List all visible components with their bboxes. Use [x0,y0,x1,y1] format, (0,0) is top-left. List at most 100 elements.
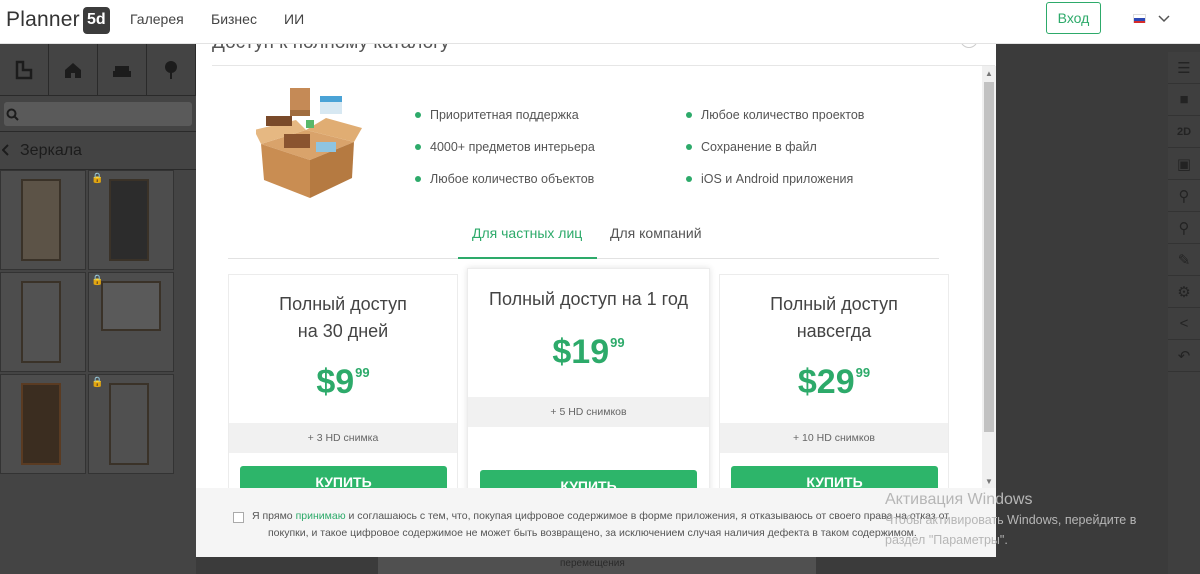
catalog-item[interactable]: 🔒 [88,272,174,372]
zoom-in-icon[interactable]: ⚲ [1168,180,1200,212]
nav-ai[interactable]: ИИ [284,11,304,27]
price-dollars: $9 [316,363,355,401]
catalog-item[interactable] [0,272,86,372]
plan-title-line: навсегда [796,321,872,341]
feature-item: Любое количество проектов [686,108,864,122]
catalog-item[interactable]: 🔒 [88,170,174,270]
tab-companies[interactable]: Для компаний [610,225,702,241]
consent-footer: Я прямо принимаю и соглашаюсь с тем, что… [196,488,996,557]
right-toolbar: ☰ ■ 2D ▣ ⚲ ⚲ ✎ ⚙ < ↶ [1168,52,1200,574]
sofa-icon[interactable] [98,44,147,96]
plan-title-line: Полный доступ [770,294,898,314]
share-icon[interactable]: < [1168,308,1200,340]
print-icon[interactable]: ▣ [1168,148,1200,180]
price-cents: 99 [610,335,625,350]
lock-icon: 🔒 [91,377,104,388]
view-2d-icon[interactable]: 2D [1168,116,1200,148]
catalog-item[interactable] [0,374,86,474]
mirror-thumbnail [109,179,149,261]
flag-ru-icon[interactable] [1133,14,1146,23]
feature-label: Приоритетная поддержка [430,108,579,122]
floorplan-icon[interactable] [0,44,49,96]
tree-icon[interactable] [147,44,196,96]
bullet-dot [686,144,692,150]
consent-text-line2: покупки, и такое цифровое содержимое не … [268,527,917,539]
plan-card-1-year: Полный доступ на 1 год $1999 + 5 HD сним… [467,268,710,516]
top-navbar: Planner 5d Галерея Бизнес ИИ Вход [0,0,1200,44]
plan-extra: + 3 HD снимка [229,423,457,453]
consent-text: Я прямо принимаю и соглашаюсь с тем, что… [252,508,972,542]
modal-scrollbar[interactable]: ▲ ▼ [982,66,996,488]
feature-label: iOS и Android приложения [701,172,854,186]
bullet-dot [415,144,421,150]
feature-item: Любое количество объектов [415,172,594,186]
bottom-hint-label: перемещения [560,558,625,569]
folder-icon[interactable]: ■ [1168,84,1200,116]
scroll-thumb[interactable] [984,82,994,432]
bullet-dot [415,176,421,182]
plan-title: Полный доступ на 1 год [468,286,709,313]
feature-label: 4000+ предметов интерьера [430,140,595,154]
category-label: Зеркала [20,141,82,159]
mirror-thumbnail [21,281,61,363]
zoom-out-icon[interactable]: ⚲ [1168,212,1200,244]
nav-business[interactable]: Бизнес [211,11,257,27]
plan-price: $1999 [468,333,709,372]
mirror-thumbnail [101,281,161,331]
price-cents: 99 [855,365,871,380]
mirror-thumbnail [109,383,149,465]
feature-label: Сохранение в файл [701,140,817,154]
undo-icon[interactable]: ↶ [1168,340,1200,372]
category-back-row[interactable]: Зеркала [0,132,196,170]
catalog-toolbar [0,44,196,96]
search-icon [6,108,19,121]
login-button[interactable]: Вход [1046,2,1101,34]
consent-text-part1: Я прямо [252,510,296,522]
active-tab-indicator [458,257,597,259]
gear-icon[interactable]: ⚙ [1168,276,1200,308]
logo-text: Planner [6,8,80,31]
scroll-down-icon[interactable]: ▼ [982,474,996,488]
catalog-grid: 🔒 🔒 🔒 [0,170,196,474]
catalog-item[interactable]: 🔒 [88,374,174,474]
plan-price: $2999 [720,363,948,402]
windows-activation-watermark: Активация Windows Чтобы активировать Win… [885,491,1136,549]
plan-title-line: на 30 дней [297,321,389,341]
feature-item: 4000+ предметов интерьера [415,140,595,154]
catalog-item[interactable] [0,170,86,270]
catalog-search-input[interactable] [4,102,192,126]
feature-label: Любое количество объектов [430,172,595,186]
plan-title: Полный доступ на 30 дней [229,291,457,345]
price-cents: 99 [355,365,370,380]
consent-text-part2: и соглашаюсь с тем, что, покупая цифрово… [345,510,950,522]
planner5d-logo[interactable]: Planner 5d [6,5,110,35]
chevron-down-icon[interactable] [1158,12,1170,26]
plan-title-line: Полный доступ [279,294,407,314]
bullet-dot [415,112,421,118]
feature-label: Любое количество проектов [701,108,865,122]
menu-icon[interactable]: ☰ [1168,52,1200,84]
nav-gallery[interactable]: Галерея [130,11,184,27]
tab-individuals[interactable]: Для частных лиц [472,225,582,241]
mirror-thumbnail [21,383,61,465]
catalog-search-row [0,96,196,132]
plan-extra: + 5 HD снимков [468,397,709,427]
feature-item: Сохранение в файл [686,140,817,154]
edit-icon[interactable]: ✎ [1168,244,1200,276]
bullet-dot [686,112,692,118]
catalog-panel: Зеркала 🔒 🔒 🔒 [0,44,196,574]
home-icon[interactable] [49,44,98,96]
price-dollars: $19 [552,333,610,371]
consent-checkbox[interactable] [233,512,244,523]
plan-title: Полный доступ навсегда [720,291,948,345]
chevron-left-icon [1,143,10,159]
consent-link[interactable]: принимаю [296,510,346,522]
upgrade-modal: Доступ к полному каталогу ✕ Приоритетная… [196,22,996,557]
plan-card-forever: Полный доступ навсегда $2999 + 10 HD сни… [719,274,949,514]
watermark-title: Активация Windows [885,491,1033,508]
plan-title-line: Полный доступ на 1 год [489,289,688,309]
scroll-up-icon[interactable]: ▲ [982,66,996,80]
plan-card-30-days: Полный доступ на 30 дней $999 + 3 HD сни… [228,274,458,514]
price-dollars: $29 [797,363,855,401]
lock-icon: 🔒 [91,173,104,184]
